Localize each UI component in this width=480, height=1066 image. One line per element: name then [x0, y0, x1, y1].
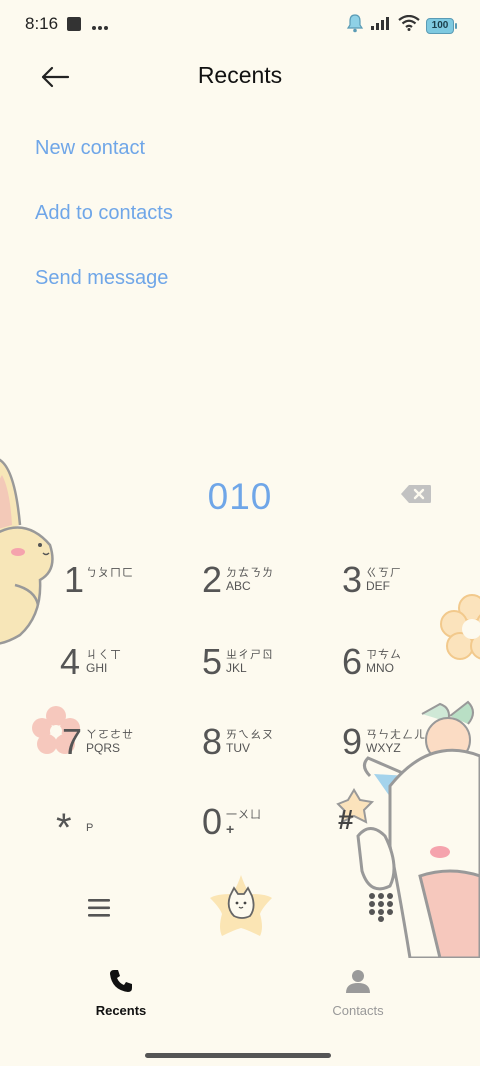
key-digit: 6: [342, 641, 363, 682]
star-cat-call-icon: [210, 875, 272, 936]
signal-icon: [370, 15, 392, 36]
status-time: 8:16: [25, 14, 59, 33]
key-star[interactable]: * P: [56, 800, 196, 870]
key-letters: P: [86, 822, 94, 834]
add-to-contacts-link[interactable]: Add to contacts: [35, 202, 173, 225]
more-notifications-icon: [92, 18, 108, 36]
tab-contacts[interactable]: Contacts: [298, 968, 418, 1018]
key-zhuyin: ㄞㄟㄠㄡ: [226, 728, 274, 741]
key-8[interactable]: 8 ㄞㄟㄠㄡ TUV: [200, 716, 340, 786]
key-letters: GHI: [86, 661, 108, 675]
menu-icon: [88, 899, 110, 917]
key-digit: 7: [62, 721, 83, 762]
new-contact-link[interactable]: New contact: [35, 137, 145, 160]
key-5[interactable]: 5 ㄓㄔㄕㄖ JKL: [200, 636, 340, 706]
key-digit: 3: [342, 559, 363, 600]
key-digit: 5: [202, 641, 223, 682]
key-2[interactable]: 2 ㄉㄊㄋㄌ ABC: [200, 554, 340, 624]
key-digit: 0: [202, 801, 223, 842]
key-9[interactable]: 9 ㄢㄣㄤㄥㄦ WXYZ: [340, 716, 480, 786]
key-letters: MNO: [366, 661, 394, 675]
key-4[interactable]: 4 ㄐㄑㄒ GHI: [60, 636, 200, 706]
menu-button[interactable]: [86, 896, 112, 920]
key-zhuyin: ㄓㄔㄕㄖ: [226, 648, 274, 661]
key-digit: *: [56, 806, 72, 850]
key-zhuyin: ㄍㄎㄏ: [366, 566, 402, 579]
key-zhuyin: ㄚㄛㄜㄝ: [86, 728, 134, 741]
key-letters: PQRS: [86, 741, 121, 755]
backspace-button[interactable]: [400, 484, 434, 508]
call-button[interactable]: [206, 872, 276, 940]
key-zhuyin: ㄢㄣㄤㄥㄦ: [366, 728, 426, 741]
home-indicator[interactable]: [145, 1053, 331, 1058]
key-0[interactable]: 0 一ㄨㄩ +: [200, 796, 340, 866]
key-letters: +: [226, 821, 235, 837]
tab-recents[interactable]: Recents: [61, 968, 181, 1018]
tab-recents-label: Recents: [95, 1003, 147, 1018]
key-digit: 8: [202, 721, 223, 762]
key-letters: JKL: [226, 661, 247, 675]
bell-icon: [346, 13, 364, 38]
key-letters: DEF: [366, 579, 390, 593]
key-1[interactable]: 1 ㄅㄆㄇㄈ: [60, 554, 200, 624]
key-3[interactable]: 3 ㄍㄎㄏ DEF: [340, 554, 480, 624]
send-message-link[interactable]: Send message: [35, 267, 168, 290]
person-icon: [346, 970, 370, 993]
key-digit: 1: [64, 559, 85, 600]
app-notification-icon: [66, 16, 82, 37]
status-bar: 8:16 100: [0, 0, 480, 48]
key-digit: 2: [202, 559, 223, 600]
key-digit: 4: [60, 641, 81, 682]
dialpad-icon: [369, 893, 393, 922]
key-7[interactable]: 7 ㄚㄛㄜㄝ PQRS: [60, 716, 200, 786]
key-letters: WXYZ: [366, 741, 401, 755]
page-title: Recents: [197, 62, 283, 88]
key-hash[interactable]: #: [338, 800, 478, 870]
backspace-icon: [401, 485, 431, 503]
wifi-icon: [398, 14, 420, 36]
dialpad-toggle-button[interactable]: [368, 892, 394, 922]
key-letters: ABC: [226, 579, 251, 593]
key-zhuyin: ㄐㄑㄒ: [86, 648, 122, 661]
key-digit: #: [338, 804, 354, 835]
phone-icon: [110, 970, 132, 992]
key-zhuyin: 一ㄨㄩ: [226, 808, 262, 821]
key-digit: 9: [342, 721, 363, 762]
key-6[interactable]: 6 ㄗㄘㄙ MNO: [340, 636, 480, 706]
key-letters: TUV: [226, 741, 250, 755]
battery-indicator: 100: [426, 17, 457, 34]
key-zhuyin: ㄅㄆㄇㄈ: [86, 566, 134, 579]
key-zhuyin: ㄉㄊㄋㄌ: [226, 566, 274, 579]
tab-contacts-label: Contacts: [332, 1003, 384, 1018]
key-zhuyin: ㄗㄘㄙ: [366, 648, 402, 661]
